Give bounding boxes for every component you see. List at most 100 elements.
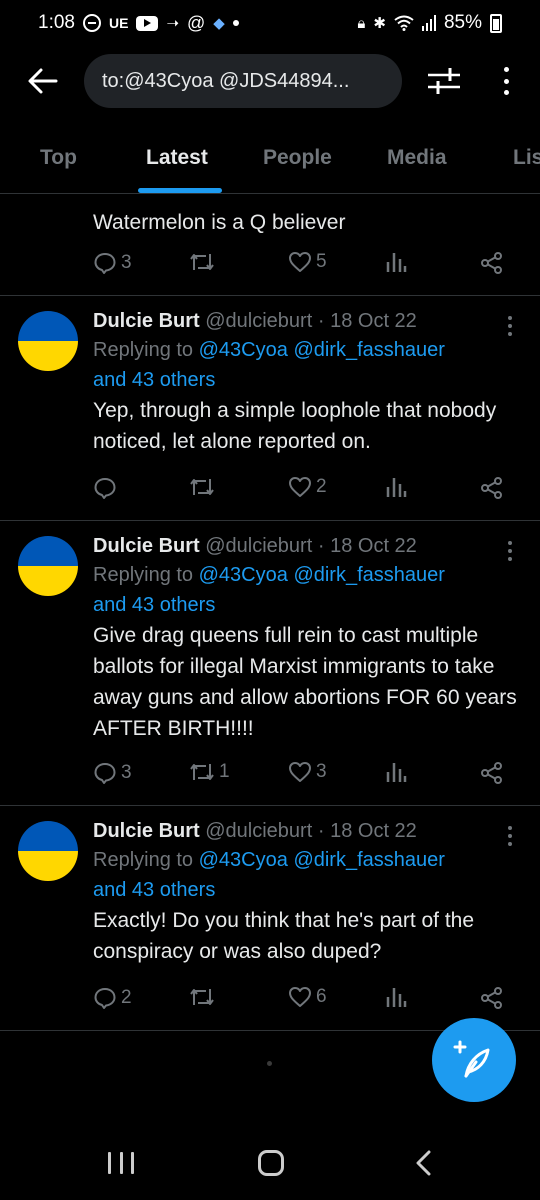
share-arrow-icon: ➝ xyxy=(166,15,180,32)
tweet-more-icon[interactable] xyxy=(508,316,514,336)
share-button[interactable] xyxy=(480,476,504,500)
replying-to: Replying to @43Cyoa @dirk_fasshauer and … xyxy=(93,845,520,905)
views-chart-icon xyxy=(386,988,407,1007)
tab-people[interactable]: People xyxy=(263,146,332,170)
tab-latest[interactable]: Latest xyxy=(146,146,208,170)
tweet-text: Yep, through a simple loophole that nobo… xyxy=(93,399,497,453)
like-count: 6 xyxy=(316,986,327,1007)
mention-link[interactable]: @dirk_fasshauer xyxy=(293,849,444,871)
back-arrow-icon[interactable] xyxy=(26,64,60,98)
system-back-icon[interactable] xyxy=(414,1150,434,1176)
like-count: 5 xyxy=(316,251,327,272)
others-link[interactable]: and 43 others xyxy=(93,594,215,616)
at-sign-icon: @ xyxy=(187,12,206,33)
mention-link[interactable]: @43Cyoa xyxy=(199,849,288,871)
tweet[interactable]: Dulcie Burt @dulcieburt · 18 Oct 22 Repl… xyxy=(0,521,540,806)
reply-icon xyxy=(94,763,116,784)
tweet-more-icon[interactable] xyxy=(508,826,514,846)
reply-icon xyxy=(94,988,116,1009)
others-link[interactable]: and 43 others xyxy=(93,879,215,901)
like-button[interactable]: 3 xyxy=(288,761,327,783)
compose-button[interactable] xyxy=(432,1018,516,1102)
active-tab-indicator xyxy=(138,188,222,193)
share-button[interactable] xyxy=(480,251,504,275)
repost-button[interactable] xyxy=(189,251,219,273)
tweet-text: Watermelon is a Q believer xyxy=(93,211,346,234)
search-input[interactable]: to:@43Cyoa @JDS44894... xyxy=(84,54,402,108)
others-link[interactable]: and 43 others xyxy=(93,369,215,391)
tweet[interactable]: Watermelon is a Q believer 3 5 xyxy=(0,195,540,296)
author-name[interactable]: Dulcie Burt xyxy=(93,310,200,332)
search-tabs: Top Latest People Media Lis xyxy=(0,132,540,194)
replying-to: Replying to @43Cyoa @dirk_fasshauer and … xyxy=(93,560,520,620)
battery-percent: 85% xyxy=(443,12,482,33)
author-handle[interactable]: @dulcieburt xyxy=(205,310,312,332)
repost-icon xyxy=(190,989,214,1005)
tweet[interactable]: Dulcie Burt @dulcieburt · 18 Oct 22 Repl… xyxy=(0,296,540,521)
repost-button[interactable] xyxy=(189,476,219,498)
repost-button[interactable]: 1 xyxy=(189,761,230,783)
like-count: 3 xyxy=(316,761,327,782)
mention-link[interactable]: @dirk_fasshauer xyxy=(293,564,444,586)
reply-icon xyxy=(94,478,116,499)
mention-link[interactable]: @43Cyoa xyxy=(199,339,288,361)
status-time: 1:08 xyxy=(38,12,75,33)
like-button[interactable]: 6 xyxy=(288,986,327,1008)
share-icon xyxy=(481,987,502,1009)
views-button[interactable] xyxy=(385,986,407,1008)
tweet-meta: Dulcie Burt @dulcieburt · 18 Oct 22 xyxy=(93,817,520,845)
replying-to-label: Replying to xyxy=(93,564,194,586)
avatar[interactable] xyxy=(18,311,78,371)
author-name[interactable]: Dulcie Burt xyxy=(93,820,200,842)
avatar[interactable] xyxy=(18,536,78,596)
tweet-text: Exactly! Do you think that he's part of … xyxy=(93,909,475,963)
loading-dot xyxy=(267,1061,272,1066)
like-count: 2 xyxy=(316,476,327,497)
tab-lists[interactable]: Lis xyxy=(513,146,540,170)
app-notification-icon: ◆ xyxy=(213,15,225,32)
reply-count: 3 xyxy=(121,252,132,273)
like-button[interactable]: 5 xyxy=(288,251,327,273)
like-button[interactable]: 2 xyxy=(288,476,327,498)
replying-to: Replying to @43Cyoa @dirk_fasshauer and … xyxy=(93,335,520,395)
mention-link[interactable]: @43Cyoa xyxy=(199,564,288,586)
tweet-meta: Dulcie Burt @dulcieburt · 18 Oct 22 xyxy=(93,532,520,560)
share-icon xyxy=(481,252,502,274)
heart-icon xyxy=(289,987,311,1007)
views-button[interactable] xyxy=(385,251,407,273)
author-handle[interactable]: @dulcieburt xyxy=(205,535,312,557)
author-name[interactable]: Dulcie Burt xyxy=(93,535,200,557)
tweet-date: 18 Oct 22 xyxy=(330,820,417,842)
meta-separator: · xyxy=(317,310,325,332)
reply-button[interactable]: 2 xyxy=(93,986,132,1010)
reply-button[interactable] xyxy=(93,476,121,500)
repost-icon xyxy=(190,254,214,270)
recent-apps-icon[interactable] xyxy=(108,1152,134,1174)
tweet[interactable]: Dulcie Burt @dulcieburt · 18 Oct 22 Repl… xyxy=(0,806,540,1031)
tweet-more-icon[interactable] xyxy=(508,541,514,561)
filter-sliders-icon[interactable] xyxy=(426,64,462,98)
reply-button[interactable]: 3 xyxy=(93,761,132,785)
share-button[interactable] xyxy=(480,761,504,785)
author-handle[interactable]: @dulcieburt xyxy=(205,820,312,842)
views-chart-icon xyxy=(386,478,407,497)
repost-button[interactable] xyxy=(189,986,219,1008)
avatar[interactable] xyxy=(18,821,78,881)
tweet-feed: Watermelon is a Q believer 3 5 Dulcie Bu… xyxy=(0,195,540,1031)
views-button[interactable] xyxy=(385,476,407,498)
reply-button[interactable]: 3 xyxy=(93,251,132,275)
heart-icon xyxy=(289,762,311,782)
tab-top[interactable]: Top xyxy=(40,146,77,170)
share-button[interactable] xyxy=(480,986,504,1010)
tweet-text: Give drag queens full rein to cast multi… xyxy=(93,624,517,740)
bluetooth-icon: ✱ xyxy=(373,15,386,32)
home-icon[interactable] xyxy=(258,1150,284,1176)
replying-to-label: Replying to xyxy=(93,849,194,871)
battery-icon xyxy=(490,13,502,33)
more-options-icon[interactable] xyxy=(494,64,518,98)
do-not-disturb-icon xyxy=(82,14,101,32)
views-button[interactable] xyxy=(385,761,407,783)
mention-link[interactable]: @dirk_fasshauer xyxy=(293,339,444,361)
share-icon xyxy=(481,477,502,499)
tab-media[interactable]: Media xyxy=(387,146,447,170)
